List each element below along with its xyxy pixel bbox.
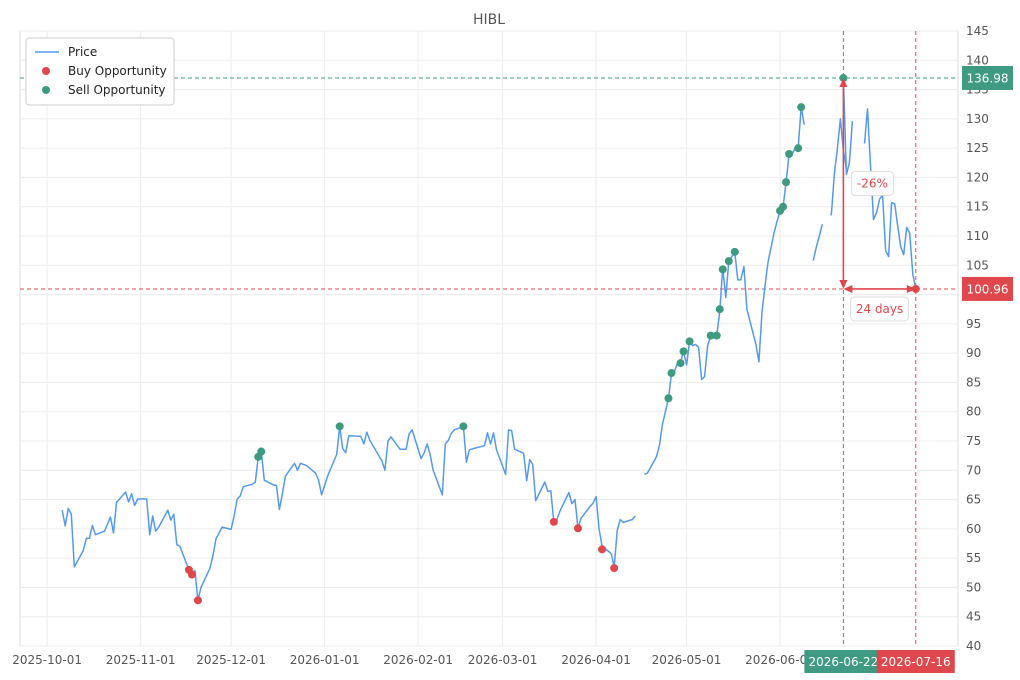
legend-label: Price [68, 45, 97, 59]
sell-point [257, 447, 266, 456]
y-tick-label: 140 [966, 53, 989, 67]
y-tick-label: 65 [966, 493, 981, 507]
sell-point [679, 347, 688, 356]
y-tick-label: 55 [966, 551, 981, 565]
legend-dot-marker [42, 67, 50, 75]
buy-point [549, 517, 558, 526]
y-tick-label: 105 [966, 258, 989, 272]
pct-change-label: -26% [857, 176, 888, 190]
y-tick-label: 90 [966, 346, 981, 360]
sell-point [718, 265, 727, 274]
y-tick-label: 145 [966, 24, 989, 38]
x-tick-label: 2025-10-01 [12, 653, 82, 667]
legend-label: Buy Opportunity [68, 64, 167, 78]
sell-point [335, 422, 344, 431]
chart-title: HIBL [473, 12, 505, 28]
low-price-badge: 100.96 [967, 282, 1009, 296]
sell-point [724, 257, 733, 266]
buy-point [598, 545, 607, 554]
chart: HIBL -26% 24 days 40 45 50 55 60 65 70 75 80 85 90 9… [0, 0, 1020, 680]
y-tick-label: 85 [966, 375, 981, 389]
y-tick-label: 60 [966, 522, 981, 536]
buy-point [193, 596, 202, 605]
y-tick-label: 125 [966, 141, 989, 155]
sell-point [685, 337, 694, 346]
y-tick-label: 110 [966, 229, 989, 243]
low-date-badge: 2026-07-16 [881, 655, 951, 669]
x-axis: 2025-10-01 2025-11-01 2025-12-01 2026-01-01… [12, 653, 815, 667]
y-tick-label: 40 [966, 639, 981, 653]
high-price-badge: 136.98 [967, 71, 1009, 85]
y-tick-label: 50 [966, 580, 981, 594]
legend-dot-marker [42, 86, 50, 94]
days-label: 24 days [856, 302, 903, 316]
sell-point [712, 331, 721, 340]
sell-point [779, 202, 788, 211]
y-tick-label: 95 [966, 317, 981, 331]
sell-point [664, 394, 673, 403]
sell-point [794, 144, 803, 153]
y-tick-label: 45 [966, 610, 981, 624]
y-tick-label: 75 [966, 434, 981, 448]
legend-label: Sell Opportunity [68, 83, 166, 97]
x-tick-label: 2026-04-01 [561, 653, 631, 667]
sell-point [676, 359, 685, 368]
sell-point [667, 369, 676, 378]
buy-point [610, 564, 619, 573]
buy-point [573, 524, 582, 533]
high-date-badge: 2026-06-22 [809, 655, 879, 669]
y-tick-label: 115 [966, 200, 989, 214]
sell-point [715, 305, 724, 314]
x-tick-label: 2025-12-01 [196, 653, 266, 667]
y-tick-label: 120 [966, 170, 989, 184]
sell-point [782, 178, 791, 187]
buy-point [187, 570, 196, 579]
x-tick-label: 2026-01-01 [290, 653, 360, 667]
y-tick-label: 80 [966, 405, 981, 419]
sell-point [730, 247, 739, 256]
y-tick-label: 70 [966, 463, 981, 477]
x-tick-label: 2026-03-01 [468, 653, 538, 667]
sell-point [797, 103, 806, 112]
legend: Price Buy Opportunity Sell Opportunity [25, 37, 175, 106]
sell-point [459, 422, 468, 431]
x-tick-label: 2025-11-01 [106, 653, 176, 667]
sell-point [785, 150, 794, 158]
x-tick-label: 2026-02-01 [383, 653, 453, 667]
y-tick-label: 130 [966, 112, 989, 126]
x-tick-label: 2026-05-01 [652, 653, 722, 667]
